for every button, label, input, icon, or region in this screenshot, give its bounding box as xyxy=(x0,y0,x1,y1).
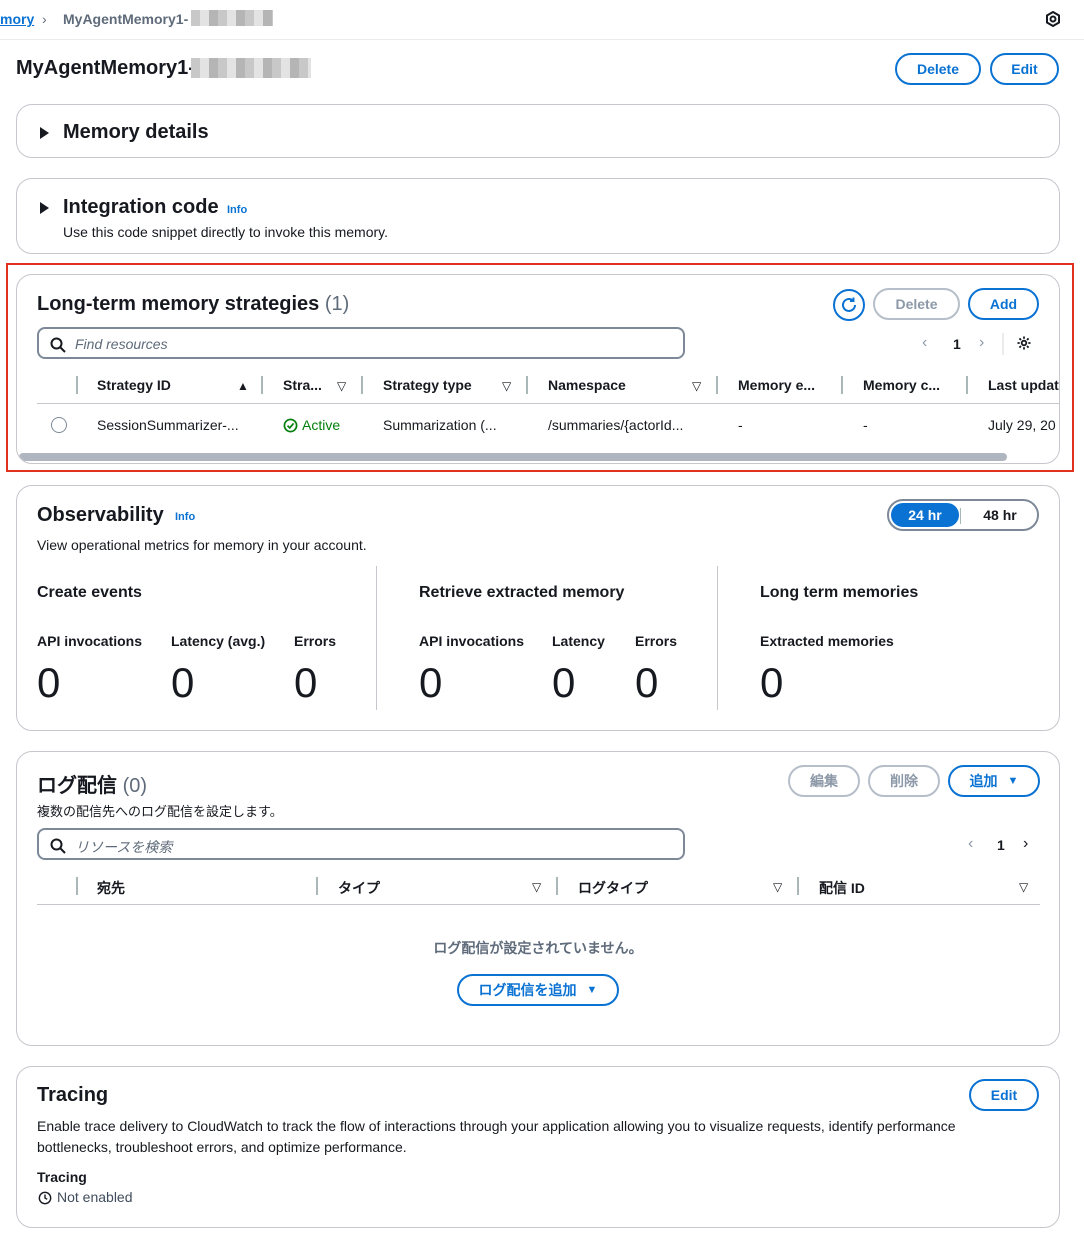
log-delivery-count: (0) xyxy=(122,775,148,797)
column-header-destination[interactable]: 宛先 xyxy=(97,878,125,898)
metric-label: API invocations xyxy=(419,633,525,649)
time-range-toggle: 24 hr 48 hr xyxy=(887,499,1039,531)
log-edit-button[interactable]: 編集 xyxy=(788,765,860,797)
metric-label: Errors xyxy=(635,633,678,649)
memory-details-section: Memory details xyxy=(16,104,1060,158)
retrieve-memory-title: Retrieve extracted memory xyxy=(419,584,625,601)
highlight-box xyxy=(6,263,1074,472)
log-search-input[interactable]: リソースを検索 xyxy=(37,828,685,860)
metric-value: 0 xyxy=(37,659,61,706)
metric-value: 0 xyxy=(635,659,659,706)
column-separator xyxy=(797,877,799,895)
caret-down-icon: ▼ xyxy=(1007,775,1019,787)
column-header-type[interactable]: タイプ xyxy=(338,878,380,898)
observability-title: Observability xyxy=(37,504,164,526)
metric-group-divider xyxy=(717,566,718,710)
header-divider xyxy=(37,904,1040,905)
caret-down-icon: ▼ xyxy=(586,984,598,996)
create-events-title: Create events xyxy=(37,584,142,601)
tracing-field-label: Tracing xyxy=(37,1169,87,1185)
redacted-block xyxy=(191,58,311,78)
info-link[interactable]: Info xyxy=(227,204,247,216)
metric-value: 0 xyxy=(419,659,443,706)
metric-label: Latency (avg.) xyxy=(171,633,266,649)
expand-caret-icon[interactable] xyxy=(40,127,49,139)
divider xyxy=(960,508,961,524)
breadcrumb-bar: mory › MyAgentMemory1- xyxy=(0,0,1084,40)
metric-label: API invocations xyxy=(37,633,143,649)
column-separator xyxy=(76,877,78,895)
column-separator xyxy=(556,877,558,895)
column-separator xyxy=(316,877,318,895)
clock-icon xyxy=(38,1191,52,1205)
metric-label: Latency xyxy=(552,633,605,649)
search-icon xyxy=(50,838,66,854)
redacted-block xyxy=(191,10,273,26)
tracing-description: Enable trace delivery to CloudWatch to t… xyxy=(37,1118,956,1155)
info-link[interactable]: Info xyxy=(175,511,195,523)
tracing-edit-button[interactable]: Edit xyxy=(969,1079,1039,1111)
observability-description: View operational metrics for memory in y… xyxy=(37,537,367,553)
page-title: MyAgentMemory1- xyxy=(16,57,195,79)
column-header-delivery-id[interactable]: 配信 ID xyxy=(819,878,865,898)
notifications-icon[interactable] xyxy=(1045,11,1061,27)
add-log-delivery-button[interactable]: ログ配信を追加 ▼ xyxy=(457,974,619,1006)
column-header-log-type[interactable]: ログタイプ xyxy=(578,878,648,898)
metric-value: 0 xyxy=(552,659,576,706)
log-add-label: 追加 xyxy=(969,773,998,789)
metric-label: Extracted memories xyxy=(760,633,894,649)
expand-caret-icon[interactable] xyxy=(40,202,49,214)
memory-details-title[interactable]: Memory details xyxy=(63,121,209,144)
edit-button[interactable]: Edit xyxy=(990,53,1059,85)
metric-label: Errors xyxy=(294,633,337,649)
add-log-delivery-label: ログ配信を追加 xyxy=(478,982,577,998)
current-page[interactable]: 1 xyxy=(997,837,1005,853)
search-placeholder: リソースを検索 xyxy=(75,839,173,855)
tracing-status: Not enabled xyxy=(57,1189,133,1205)
long-term-memories-title: Long term memories xyxy=(760,584,919,601)
empty-state-text: ログ配信が設定されていません。 xyxy=(433,940,643,956)
log-delete-button[interactable]: 削除 xyxy=(868,765,940,797)
log-delivery-section: ログ配信 (0) 複数の配信先へのログ配信を設定します。 編集 削除 追加 ▼ … xyxy=(16,751,1060,1046)
metric-value: 0 xyxy=(294,659,318,706)
breadcrumb-parent-link[interactable]: mory xyxy=(0,11,34,27)
breadcrumb-separator-icon: › xyxy=(42,11,47,27)
observability-section: Observability Info View operational metr… xyxy=(16,485,1060,731)
delete-button[interactable]: Delete xyxy=(895,53,981,85)
log-delivery-title: ログ配信 (0) xyxy=(37,769,147,798)
integration-code-title[interactable]: Integration code xyxy=(63,196,219,219)
tracing-section: Tracing Edit Enable trace delivery to Cl… xyxy=(16,1066,1060,1228)
range-24hr-button[interactable]: 24 hr xyxy=(891,503,959,527)
integration-code-section: Integration code Info Use this code snip… xyxy=(16,178,1060,254)
log-delivery-description: 複数の配信先へのログ配信を設定します。 xyxy=(37,804,283,819)
sort-icon[interactable]: ▽ xyxy=(532,880,541,894)
log-delivery-title-text: ログ配信 xyxy=(37,775,117,797)
next-page-icon[interactable]: › xyxy=(1023,835,1028,853)
integration-code-description: Use this code snippet directly to invoke… xyxy=(63,224,388,240)
range-48hr-button[interactable]: 48 hr xyxy=(965,503,1035,527)
tracing-title: Tracing xyxy=(37,1084,109,1106)
sort-icon[interactable]: ▽ xyxy=(773,880,782,894)
metric-value: 0 xyxy=(760,659,784,706)
sort-icon[interactable]: ▽ xyxy=(1019,880,1028,894)
metric-group-divider xyxy=(376,566,377,710)
log-add-dropdown-button[interactable]: 追加 ▼ xyxy=(948,765,1040,797)
metric-value: 0 xyxy=(171,659,195,706)
prev-page-icon[interactable]: ‹ xyxy=(968,835,973,853)
breadcrumb-current: MyAgentMemory1- xyxy=(63,11,189,27)
